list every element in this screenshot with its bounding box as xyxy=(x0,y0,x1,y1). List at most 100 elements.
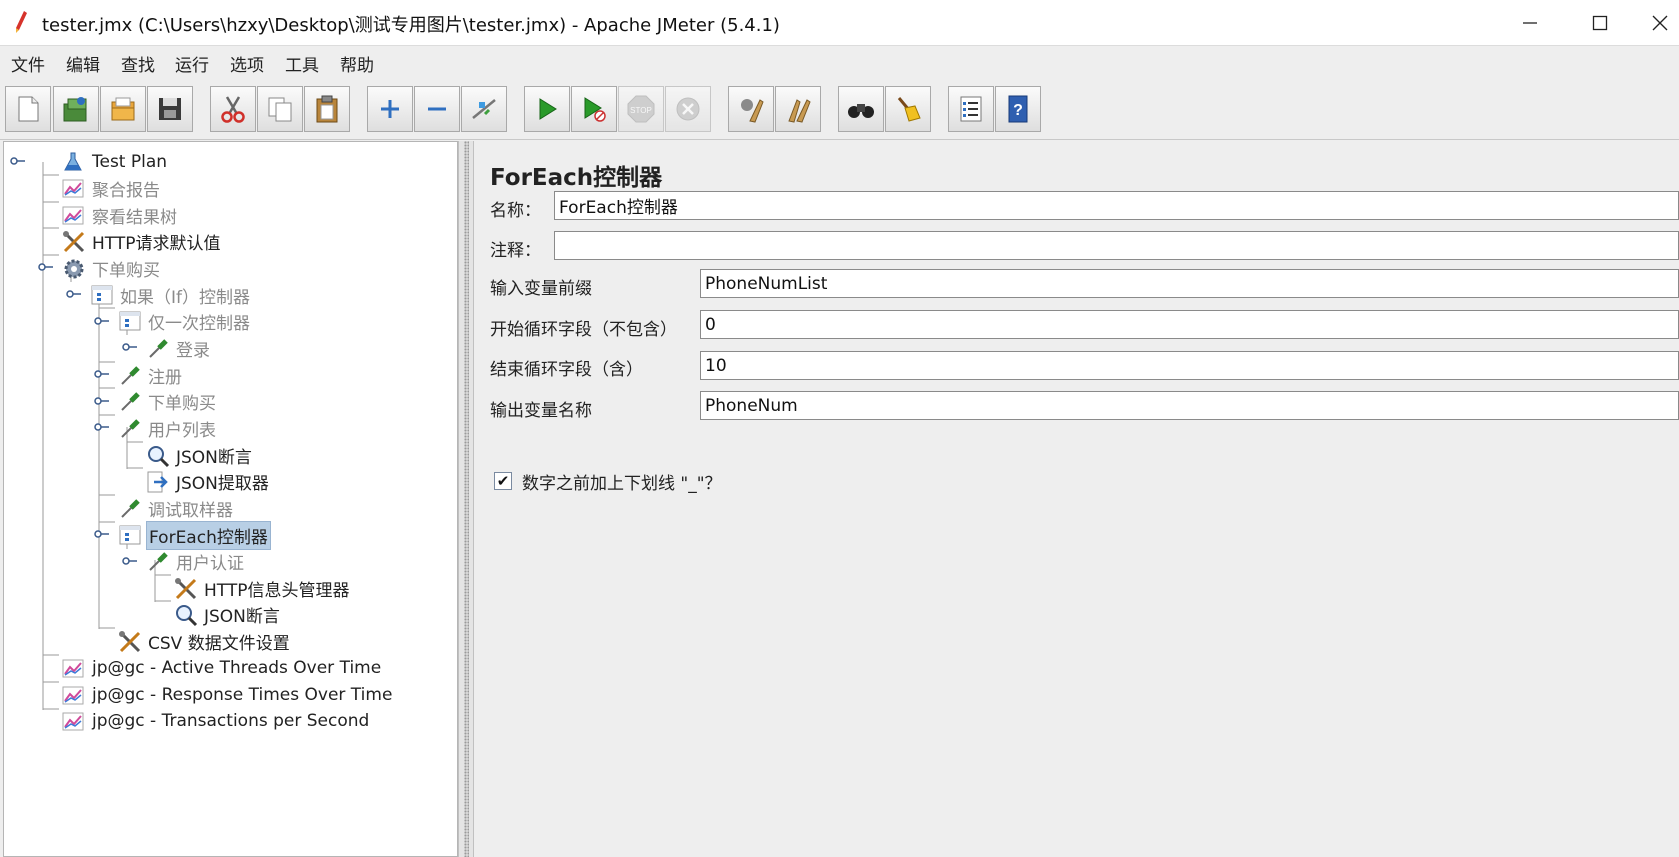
tree-node[interactable]: 察看结果树 xyxy=(62,202,179,228)
controller-icon xyxy=(90,284,113,306)
close-icon xyxy=(1652,15,1667,30)
minimize-button[interactable] xyxy=(1500,0,1560,45)
function-helper-button[interactable] xyxy=(948,86,994,132)
tree-node[interactable]: jp@gc - Transactions per Second xyxy=(62,708,371,734)
tree-node[interactable]: 注册 xyxy=(118,362,184,388)
tree-node-label: JSON断言 xyxy=(176,447,252,468)
comment-field[interactable] xyxy=(554,231,1679,260)
magnifier-icon xyxy=(174,603,198,627)
menu-run[interactable]: 运行 xyxy=(175,51,209,76)
start-index-field[interactable] xyxy=(700,310,1679,339)
collapse-all-button[interactable] xyxy=(414,86,460,132)
tools-icon xyxy=(118,630,141,653)
tools-icon xyxy=(62,230,85,253)
menu-edit[interactable]: 编辑 xyxy=(66,51,100,76)
paste-button[interactable] xyxy=(304,86,350,132)
broom-icon xyxy=(897,97,921,122)
extractor-icon xyxy=(146,470,168,493)
tree-node[interactable]: jp@gc - Active Threads Over Time xyxy=(62,655,383,681)
tree-expand-handle[interactable] xyxy=(94,418,110,431)
maximize-button[interactable] xyxy=(1570,0,1630,45)
tree-node[interactable]: JSON断言 xyxy=(146,442,254,468)
save-button[interactable] xyxy=(147,86,193,132)
name-field[interactable] xyxy=(554,191,1679,220)
tree-node[interactable]: Test Plan xyxy=(62,149,169,175)
toolbar: STOP ? xyxy=(0,79,1679,140)
start-no-pauses-button[interactable] xyxy=(571,86,617,132)
tree-node[interactable]: ForEach控制器 xyxy=(118,520,271,550)
shutdown-icon xyxy=(676,97,700,121)
close-button[interactable] xyxy=(1640,0,1679,45)
pipette-icon xyxy=(118,417,140,439)
toggle-icon xyxy=(472,99,496,119)
help-button[interactable]: ? xyxy=(995,86,1041,132)
menu-help[interactable]: 帮助 xyxy=(340,51,374,76)
tree-expand-handle[interactable] xyxy=(94,525,110,538)
copy-button[interactable] xyxy=(257,86,303,132)
search-button[interactable] xyxy=(838,86,884,132)
tree-node-label: 如果（If）控制器 xyxy=(120,287,250,308)
tree-node-label: HTTP信息头管理器 xyxy=(204,580,350,601)
stop-button[interactable]: STOP xyxy=(618,86,664,132)
underscore-checkbox[interactable]: ✔ xyxy=(494,472,512,490)
tree-expand-handle[interactable] xyxy=(122,552,138,565)
tree-node[interactable]: 用户列表 xyxy=(118,415,218,441)
tree-expand-handle[interactable] xyxy=(94,365,110,378)
pipette-icon xyxy=(146,337,168,359)
tree-node[interactable]: 仅一次控制器 xyxy=(118,308,252,334)
tree-node[interactable]: jp@gc - Response Times Over Time xyxy=(62,682,394,708)
tree-node[interactable]: JSON断言 xyxy=(174,601,282,627)
tree-node[interactable]: 下单购买 xyxy=(62,255,162,281)
tree-node[interactable]: 用户认证 xyxy=(146,548,246,574)
clear-button[interactable] xyxy=(728,86,774,132)
menu-bar: 文件 编辑 查找 运行 选项 工具 帮助 xyxy=(0,46,1679,78)
input-prefix-field[interactable] xyxy=(700,269,1679,298)
tree-node-label: 调试取样器 xyxy=(148,500,233,521)
templates-button[interactable] xyxy=(53,86,99,132)
tree-node-label: 仅一次控制器 xyxy=(148,313,250,334)
pipette-icon xyxy=(118,364,140,386)
clear-all-button[interactable] xyxy=(775,86,821,132)
tree-node[interactable]: HTTP信息头管理器 xyxy=(174,575,352,601)
tree-expand-handle[interactable] xyxy=(10,152,26,165)
toggle-button[interactable] xyxy=(461,86,507,132)
tree-expand-handle[interactable] xyxy=(38,258,54,271)
tree-expand-handle[interactable] xyxy=(94,312,110,325)
tree-node[interactable]: 聚合报告 xyxy=(62,175,162,201)
scissors-icon xyxy=(221,96,245,123)
function-helper-icon xyxy=(960,96,982,122)
gear-icon xyxy=(62,257,84,279)
menu-search[interactable]: 查找 xyxy=(121,51,155,76)
shutdown-button[interactable] xyxy=(665,86,711,132)
controller-icon xyxy=(118,524,141,546)
tree-node[interactable]: CSV 数据文件设置 xyxy=(118,628,292,654)
menu-file[interactable]: 文件 xyxy=(11,51,45,76)
stop-icon: STOP xyxy=(627,95,655,123)
tree-node[interactable]: 如果（If）控制器 xyxy=(90,282,252,308)
start-button[interactable] xyxy=(524,86,570,132)
tree-node[interactable]: 下单购买 xyxy=(118,388,218,414)
tree-node[interactable]: HTTP请求默认值 xyxy=(62,228,223,254)
test-plan-tree[interactable]: Test Plan 聚合报告 察看结果树 HTTP请求默认值 下单购买 如果（If）控制器… xyxy=(3,141,458,857)
cut-button[interactable] xyxy=(210,86,256,132)
menu-tools[interactable]: 工具 xyxy=(285,51,319,76)
open-button[interactable] xyxy=(100,86,146,132)
tree-expand-handle[interactable] xyxy=(66,285,82,298)
reset-search-button[interactable] xyxy=(885,86,931,132)
end-index-field[interactable] xyxy=(700,351,1679,380)
tree-expand-handle[interactable] xyxy=(122,338,138,351)
menu-options[interactable]: 选项 xyxy=(230,51,264,76)
new-button[interactable] xyxy=(5,86,51,132)
tree-expand-handle[interactable] xyxy=(94,392,110,405)
copy-icon xyxy=(268,97,292,122)
tree-node[interactable]: 登录 xyxy=(146,335,212,361)
tree-node-label: 用户认证 xyxy=(176,553,244,574)
split-pane-divider[interactable] xyxy=(458,141,474,857)
output-variable-field[interactable] xyxy=(700,391,1679,420)
templates-icon xyxy=(63,97,87,122)
play-icon xyxy=(539,98,557,120)
underscore-checkbox-label[interactable]: 数字之前加上下划线 "_"？ xyxy=(522,469,722,494)
expand-all-button[interactable] xyxy=(367,86,413,132)
tree-node[interactable]: JSON提取器 xyxy=(146,468,271,494)
tree-node[interactable]: 调试取样器 xyxy=(118,495,235,521)
